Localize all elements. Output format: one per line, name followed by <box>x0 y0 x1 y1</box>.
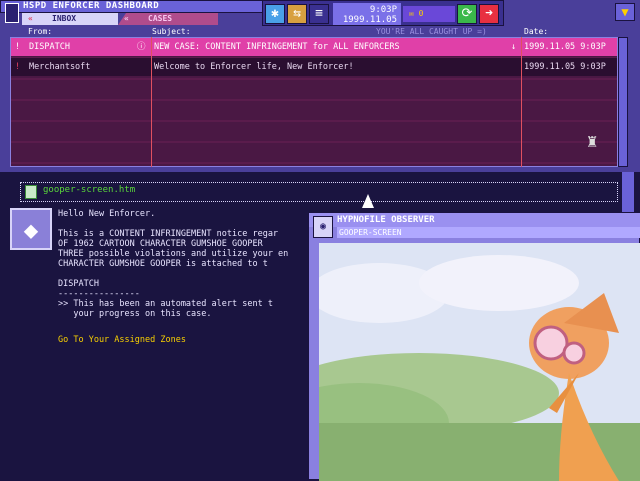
eye-icon: ◉ <box>313 216 333 238</box>
logout-button[interactable]: ➜ <box>479 4 499 24</box>
attachment-filename[interactable]: gooper-screen.htm <box>43 185 135 195</box>
col-header-from: From: <box>28 27 53 36</box>
tab-inbox[interactable]: « INBOX <box>22 13 118 25</box>
body-line: OF 1962 CARTOON CHARACTER GUMSHOE GOOPER <box>58 239 263 249</box>
app-window: HSPD ENFORCER DASHBOARD « INBOX « CASES … <box>0 0 640 481</box>
signature: DISPATCH <box>58 279 99 289</box>
preview-scrollbar[interactable] <box>622 172 634 212</box>
col-header-date: Date: <box>524 27 549 36</box>
gooper-screen-image <box>319 243 640 481</box>
observer-title[interactable]: HYPNOFILE OBSERVER <box>309 213 640 227</box>
flag-icon: ! <box>15 42 21 52</box>
row-date: 1999.11.05 9:03P <box>524 62 606 72</box>
row-subject: Welcome to Enforcer life, New Enforcer! <box>154 62 354 72</box>
unread-counter: ✉ 0 <box>403 6 455 22</box>
observer-subtitle: GOOPER-SCREEN <box>337 227 640 238</box>
mouse-cursor-icon <box>362 194 374 208</box>
inbox-row-dispatch[interactable]: ! DISPATCH ⓘ NEW CASE: CONTENT INFRINGEM… <box>11 38 617 56</box>
row-subject: NEW CASE: CONTENT INFRINGEMENT for ALL E… <box>154 42 400 52</box>
flag-icon: ! <box>15 62 21 72</box>
mail-icon: ✉ <box>409 9 414 18</box>
minimize-button[interactable]: ▼ <box>615 3 635 21</box>
clock-display: 9:03P 1999.11.05 <box>333 3 401 25</box>
row-from: Merchantsoft <box>29 62 91 72</box>
body-line: CHARACTER GUMSHOE GOOPER is attached to … <box>58 259 268 269</box>
note-line: >> This has been an automated alert sent… <box>58 299 273 309</box>
toolbar: ✱ ⇆ ≡ 9:03P 1999.11.05 ✉ 0 ⟳ ➜ <box>262 0 504 26</box>
settings-gear-button[interactable]: ✱ <box>265 4 285 24</box>
col-header-subject: Subject: <box>152 27 191 36</box>
download-arrow-icon: ↓ <box>511 42 517 52</box>
hspd-logo-icon <box>5 3 19 23</box>
hypnofile-observer-window: HYPNOFILE OBSERVER ◉ GOOPER-SCREEN <box>308 212 640 481</box>
inbox-scrollbar[interactable] <box>618 37 628 167</box>
unread-count: 0 <box>418 9 424 18</box>
row-date: 1999.11.05 9:03P <box>524 42 606 52</box>
title-bar: HSPD ENFORCER DASHBOARD <box>0 0 268 23</box>
tab-cases-label: CASES <box>148 14 173 23</box>
inbox-status: YOU'RE ALL CAUGHT UP =) <box>376 27 487 36</box>
column-divider <box>151 37 152 167</box>
tab-inbox-label: INBOX <box>52 14 77 23</box>
greeting: Hello New Enforcer. <box>58 209 156 219</box>
body-line: THREE possible violations and utilize yo… <box>58 249 289 259</box>
tab-bar: « INBOX « CASES <box>22 13 268 25</box>
assigned-zones-link[interactable]: Go To Your Assigned Zones <box>58 335 186 345</box>
note-line: your progress on this case. <box>58 309 212 319</box>
column-divider <box>521 37 522 167</box>
cartoon-scene <box>319 243 640 481</box>
refresh-button[interactable]: ⟳ <box>457 4 477 24</box>
file-icon <box>25 185 37 199</box>
double-chevron-left-icon: « <box>124 14 129 23</box>
swap-arrows-button[interactable]: ⇆ <box>287 4 307 24</box>
inbox-row-merchantsoft[interactable]: ! Merchantsoft Welcome to Enforcer life,… <box>11 58 617 76</box>
window-title: HSPD ENFORCER DASHBOARD <box>23 1 160 11</box>
menu-hamburger-button[interactable]: ≡ <box>309 4 329 24</box>
divider-rule: ---------------- <box>58 289 140 299</box>
clock-date: 1999.11.05 <box>342 15 397 25</box>
clock-time: 9:03P <box>369 5 397 15</box>
dispatch-avatar-icon: ◆ <box>10 208 52 250</box>
robot-assistant-icon[interactable]: ♜ <box>582 131 602 157</box>
attachment-bar[interactable]: gooper-screen.htm <box>20 182 618 202</box>
row-from: DISPATCH <box>29 42 70 52</box>
body-line: This is a CONTENT INFRINGEMENT notice re… <box>58 229 279 239</box>
inbox-list: ! DISPATCH ⓘ NEW CASE: CONTENT INFRINGEM… <box>10 37 618 167</box>
info-icon: ⓘ <box>137 42 146 52</box>
double-chevron-left-icon: « <box>28 14 33 23</box>
tab-cases[interactable]: « CASES <box>118 13 218 25</box>
